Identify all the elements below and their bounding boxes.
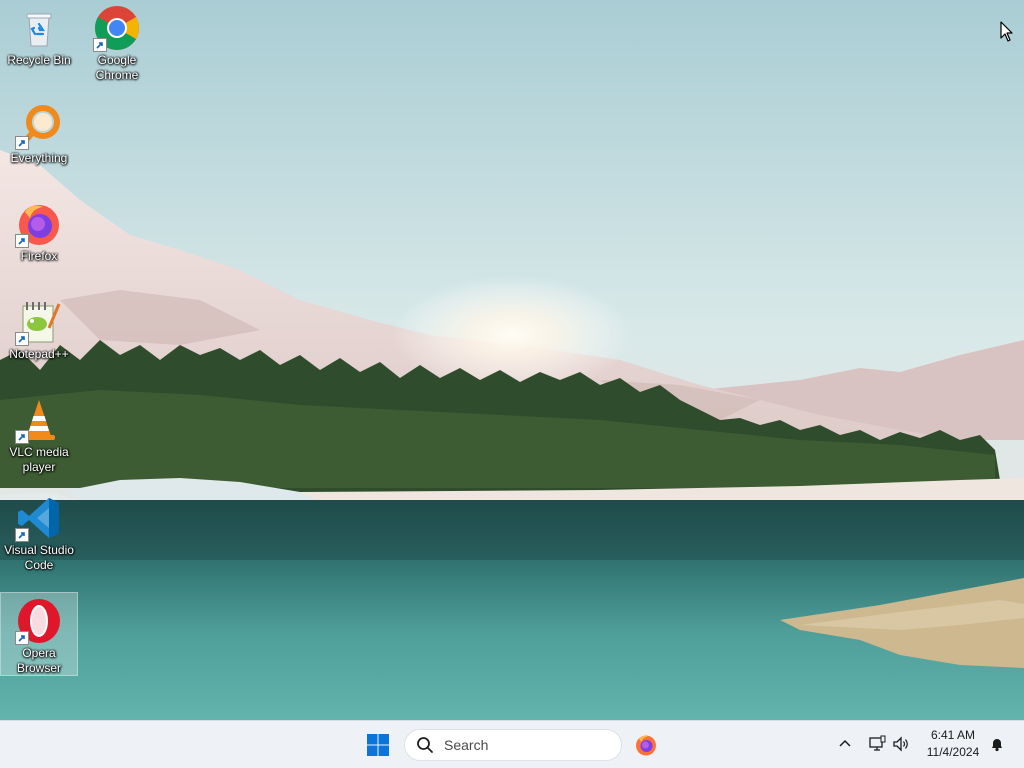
- desktop-icon-label: Opera Browser: [16, 646, 61, 675]
- notification-bell-icon: [992, 739, 1002, 752]
- chrome-icon: [93, 4, 141, 52]
- desktop-icon-visual-studio-code[interactable]: Visual Studio Code: [0, 490, 78, 574]
- search-input[interactable]: [442, 736, 616, 754]
- desktop-icon-label: VLC media player: [9, 445, 69, 474]
- shortcut-arrow-icon: [15, 631, 29, 645]
- notification-center-button[interactable]: [986, 733, 1008, 755]
- windows-logo-icon: [367, 734, 389, 756]
- show-hidden-icons-button[interactable]: [834, 733, 856, 755]
- desktop-icon-label: Google Chrome: [95, 53, 139, 82]
- firefox-icon: [15, 200, 63, 248]
- desktop-icon-opera-browser[interactable]: Opera Browser: [0, 592, 78, 676]
- volume-button[interactable]: [890, 733, 912, 755]
- opera-icon: [15, 597, 63, 645]
- chevron-up-icon: [839, 739, 851, 747]
- shortcut-arrow-icon: [93, 38, 107, 52]
- notepad-plus-plus-icon: [15, 298, 63, 346]
- search-icon: [417, 737, 433, 753]
- desktop-icon-label: Firefox: [20, 249, 58, 263]
- desktop-icon-recycle-bin[interactable]: Recycle Bin: [0, 0, 78, 84]
- taskbar-firefox-button[interactable]: [630, 729, 662, 761]
- shortcut-arrow-icon: [15, 234, 29, 248]
- desktop-icon-label: Notepad++: [9, 347, 69, 361]
- desktop-icon-firefox[interactable]: Firefox: [0, 196, 78, 280]
- desktop-icon-label: Recycle Bin: [7, 53, 71, 67]
- shortcut-arrow-icon: [15, 136, 29, 150]
- vlc-cone-icon: [15, 396, 63, 444]
- start-button[interactable]: [362, 729, 394, 761]
- desktop-icon-label: Visual Studio Code: [4, 543, 74, 572]
- taskbar-clock[interactable]: 6:41 AM 11/4/2024: [918, 727, 988, 761]
- desktop-icon-vlc-media-player[interactable]: VLC media player: [0, 392, 78, 476]
- network-icon: [869, 735, 886, 751]
- everything-search-icon: [15, 102, 63, 150]
- desktop-icon-notepad-plus-plus[interactable]: Notepad++: [0, 294, 78, 378]
- shortcut-arrow-icon: [15, 528, 29, 542]
- desktop-icon-google-chrome[interactable]: Google Chrome: [78, 0, 156, 84]
- taskbar-search-box[interactable]: [404, 729, 622, 761]
- wallpaper: [0, 0, 1024, 720]
- network-status-button[interactable]: [866, 733, 888, 755]
- desktop-icon-everything[interactable]: Everything: [0, 98, 78, 182]
- recycle-bin-icon: [15, 4, 63, 52]
- desktop[interactable]: Recycle Bin Google Chrome Everything Fir…: [0, 0, 1024, 720]
- vscode-icon: [15, 494, 63, 542]
- shortcut-arrow-icon: [15, 430, 29, 444]
- firefox-icon: [636, 735, 656, 756]
- clock-date: 11/4/2024: [926, 745, 980, 759]
- taskbar: 6:41 AM 11/4/2024: [0, 720, 1024, 768]
- shortcut-arrow-icon: [15, 332, 29, 346]
- desktop-icon-label: Everything: [10, 151, 68, 165]
- mouse-cursor-icon: [1000, 21, 1013, 42]
- speaker-icon: [893, 736, 908, 752]
- clock-time: 6:41 AM: [930, 728, 976, 742]
